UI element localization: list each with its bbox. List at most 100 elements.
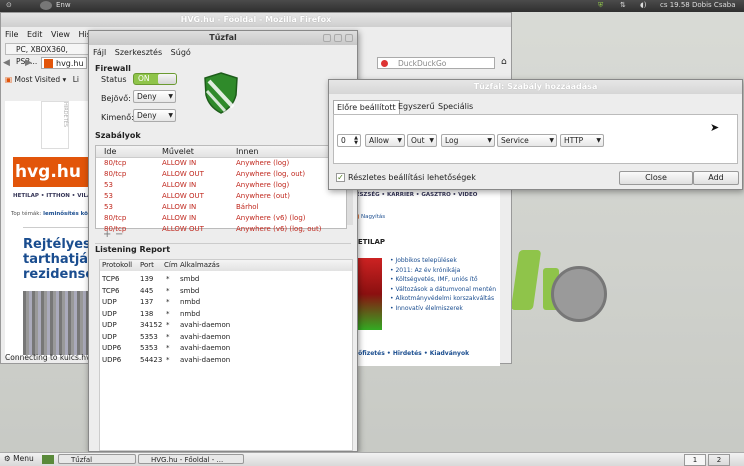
col-header[interactable]: Innen	[236, 146, 259, 157]
volume-tray-icon[interactable]: ◖)	[640, 1, 646, 9]
hetilap-link[interactable]: • Alkotmányvédelmi korszakváltás	[390, 294, 498, 304]
url-bar[interactable]: hvg.hu	[41, 57, 87, 69]
listening-heading: Listening Report	[95, 245, 171, 254]
incoming-select[interactable]: Deny ▼	[133, 90, 176, 103]
home-folder-icon[interactable]	[40, 1, 52, 10]
bottom-link[interactable]: Kiadványok	[430, 350, 469, 357]
hetilap-link[interactable]: • 2011: Az év krónikája	[390, 266, 498, 276]
rule-row[interactable]: 53 ALLOW OUT Anywhere (out)	[96, 191, 346, 202]
maximize-icon[interactable]	[334, 34, 342, 42]
user-name[interactable]: Dobis Csaba	[692, 1, 736, 9]
add-button[interactable]: Add	[693, 171, 739, 185]
col-header[interactable]: Port	[140, 260, 154, 271]
menu-button[interactable]: ⚙ Menu	[4, 454, 34, 464]
task-firewall[interactable]: Tűzfal	[58, 454, 136, 464]
chevron-down-icon: ▼	[549, 137, 554, 144]
service-select[interactable]: HTTP ▼	[560, 134, 604, 147]
log-select[interactable]: Log ▼	[441, 134, 495, 147]
menu-help[interactable]: Súgó	[171, 48, 191, 57]
outgoing-select[interactable]: Deny ▼	[133, 109, 176, 122]
details-checkbox[interactable]: ✓	[336, 173, 345, 182]
menu-file[interactable]: Fájl	[93, 48, 106, 57]
col-header[interactable]: Alkalmazás	[180, 260, 220, 271]
shield-icon	[204, 72, 238, 114]
search-bar[interactable]: DuckDuckGo	[377, 57, 495, 69]
headline-photo[interactable]	[23, 291, 93, 355]
col-header[interactable]: Protokoll	[102, 260, 132, 271]
rule-cell: ALLOW OUT	[162, 170, 204, 178]
hvg-nav[interactable]: HETILAP • ITTHON • VILÁG	[13, 193, 96, 199]
workspace-2[interactable]: 2	[708, 454, 730, 466]
col-header[interactable]: Ide	[104, 146, 116, 157]
clock[interactable]: cs 19.58	[660, 1, 690, 9]
listening-cell: avahi-daemon	[180, 321, 231, 329]
listening-row[interactable]: UDP6 54423 * avahi-daemon	[100, 355, 352, 367]
topic-link-2[interactable]: kö	[81, 211, 88, 217]
col-header[interactable]: Művelet	[162, 146, 194, 157]
topic-link[interactable]: leminősítés	[43, 211, 79, 217]
task-firefox[interactable]: HVG.hu - Főoldal - ...	[138, 454, 244, 464]
col-header[interactable]: Cím	[164, 260, 178, 271]
workspace-1[interactable]: 1	[684, 454, 706, 466]
listening-row[interactable]: TCP6 139 * smbd	[100, 274, 352, 286]
rule-cell: Bárhol	[236, 203, 259, 211]
back-icon[interactable]: ◀	[3, 58, 10, 68]
topics-line: Top témák: leminősítés kö	[11, 211, 88, 217]
shield-tray-icon[interactable]: ⛨	[598, 1, 603, 10]
tab-preconfigured[interactable]: Előre beállított	[333, 100, 400, 114]
home-icon[interactable]: ⌂	[501, 57, 507, 67]
hetilap-link-text: Alkotmányvédelmi korszakváltás	[395, 295, 495, 302]
hetilap-link[interactable]: • Változások a dátumvonal mentén	[390, 285, 498, 295]
rule-row[interactable]: 53 ALLOW IN Bárhol	[96, 202, 346, 213]
rule-cell: ALLOW IN	[162, 159, 197, 167]
firefox-titlebar: HVG.hu - Főoldal - Mozilla Firefox	[1, 13, 511, 27]
action-select[interactable]: Allow ▼	[365, 134, 405, 147]
add-rule-button[interactable]: +	[103, 229, 111, 240]
tab-simple[interactable]: Egyszerű	[395, 100, 438, 114]
tab-advanced[interactable]: Speciális	[435, 100, 476, 114]
network-tray-icon[interactable]: ⇅	[620, 1, 626, 9]
type-select[interactable]: Service ▼	[497, 134, 557, 147]
rule-row[interactable]: 80/tcp ALLOW OUT Anywhere (v6) (log, out)	[96, 224, 346, 235]
close-button[interactable]: Close	[619, 171, 693, 185]
rule-row[interactable]: 80/tcp ALLOW IN Anywhere (log)	[96, 158, 346, 169]
task-label: Tűzfal	[71, 456, 93, 464]
menu-view[interactable]: View	[51, 30, 70, 39]
listening-row[interactable]: UDP 137 * nmbd	[100, 297, 352, 309]
menu-file[interactable]: File	[5, 30, 18, 39]
bookmark-li[interactable]: Li	[73, 75, 79, 84]
minimize-icon[interactable]	[323, 34, 331, 42]
rule-row[interactable]: 80/tcp ALLOW OUT Anywhere (log, out)	[96, 169, 346, 180]
type-value: Service	[501, 136, 529, 145]
hetilap-link[interactable]: • Költségvetés, IMF, uniós ítő	[390, 275, 498, 285]
listening-row[interactable]: UDP6 5353 * avahi-daemon	[100, 343, 352, 355]
status-toggle[interactable]: ON	[133, 73, 177, 85]
firefox-title: HVG.hu - Főoldal - Mozilla Firefox	[180, 15, 332, 24]
forward-icon[interactable]: ▶	[25, 58, 32, 68]
remove-rule-button[interactable]: −	[115, 229, 123, 240]
bottom-link[interactable]: Hirdetés	[393, 350, 422, 357]
close-icon[interactable]	[345, 34, 353, 42]
number-spinner[interactable]: 0 ▲ ▼	[337, 134, 361, 147]
hvg-logo[interactable]: hvg.hu	[13, 157, 95, 187]
ad-banner: HIRDETÉS	[41, 101, 69, 149]
browser-tab[interactable]: PC, XBOX360, PS3...	[5, 43, 91, 66]
hetilap-link[interactable]: • Jobbikos települések	[390, 256, 498, 266]
top-panel-text: Enw	[56, 1, 71, 9]
direction-select[interactable]: Out ▼	[407, 134, 437, 147]
menu-edit[interactable]: Edit	[27, 30, 43, 39]
listening-row[interactable]: UDP 34152 * avahi-daemon	[100, 320, 352, 332]
right-nav[interactable]: • EGÉSZSÉG • KARRIER • GASZTRO • VIDEO	[342, 192, 477, 198]
rule-row[interactable]: 80/tcp ALLOW IN Anywhere (v6) (log)	[96, 213, 346, 224]
show-desktop-icon[interactable]	[42, 455, 54, 464]
listening-row[interactable]: UDP 138 * nmbd	[100, 309, 352, 321]
cd-icon[interactable]: ⊙	[6, 1, 12, 9]
most-visited[interactable]: Most Visited	[14, 75, 60, 84]
nagyitas[interactable]: ■ Nagyítás	[354, 214, 385, 220]
listening-cell: avahi-daemon	[180, 344, 231, 352]
listening-row[interactable]: TCP6 445 * smbd	[100, 286, 352, 298]
listening-row[interactable]: UDP 5353 * avahi-daemon	[100, 332, 352, 344]
rule-row[interactable]: 53 ALLOW IN Anywhere (log)	[96, 180, 346, 191]
menu-edit[interactable]: Szerkesztés	[115, 48, 162, 57]
hetilap-link[interactable]: • Innovatív élelmiszerek	[390, 304, 498, 314]
